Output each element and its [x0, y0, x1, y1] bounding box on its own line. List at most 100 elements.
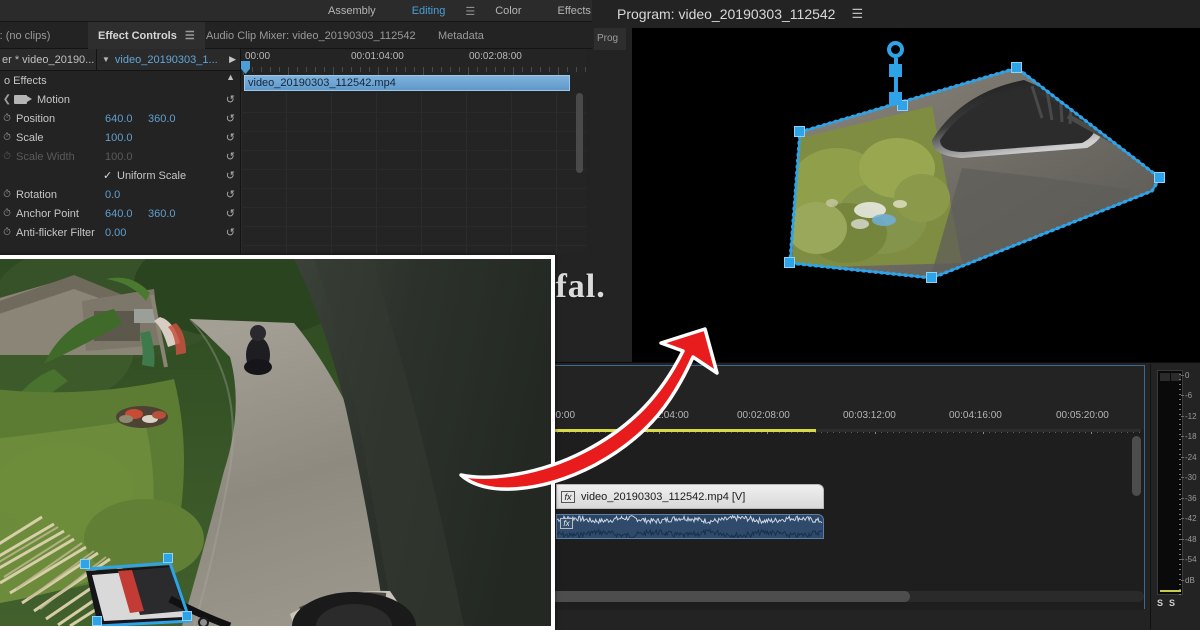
fx-badge-icon-audio: fx [560, 518, 573, 529]
pin-handle-top-left[interactable] [794, 126, 805, 137]
property-uniform-scale[interactable]: ✓ Uniform Scale ↺ [0, 166, 240, 185]
track-a1[interactable]: fx [548, 514, 1144, 542]
pin-handle-top-right[interactable] [1011, 62, 1022, 73]
timeline-work-area-remainder [816, 429, 1141, 432]
property-anchor-point[interactable]: ⏱ Anchor Point 640.0 360.0 ↺ [0, 204, 240, 223]
ec-timecode-1: 00:01:04:00 [351, 51, 404, 62]
stopwatch-icon[interactable]: ⏱ [0, 208, 14, 219]
effect-controls-timeline: 00:00 00:01:04:00 00:02:08:00 video_2019… [240, 49, 586, 254]
checkbox-checked-icon[interactable]: ✓ [103, 169, 112, 182]
audio-meter-label-3: -18 [1185, 432, 1197, 442]
chevron-down-icon[interactable]: ▼ [97, 55, 115, 64]
effect-controls-ruler[interactable]: 00:00 00:01:04:00 00:02:08:00 [241, 49, 586, 75]
property-anchor-point-y[interactable]: 360.0 [148, 208, 176, 220]
stopwatch-icon[interactable]: ⏱ [0, 113, 14, 124]
audio-meter-label-1: -6 [1185, 391, 1193, 401]
play-triangle-icon[interactable]: ▶ [229, 54, 240, 65]
property-motion[interactable]: ❮ Motion ↺ [0, 90, 240, 109]
panel-tab-row: ce: (no clips) Effect Controls ☰ Audio C… [0, 22, 600, 49]
program-monitor-canvas[interactable] [632, 28, 1200, 362]
stopwatch-icon[interactable]: ⏱ [0, 132, 14, 143]
program-monitor-tab-stub[interactable]: Prog [594, 28, 626, 50]
workspace-menu-icon[interactable]: ☰ [463, 5, 477, 18]
ec-timecode-0: 00:00 [245, 51, 271, 62]
reset-arrow-icon[interactable]: ↺ [226, 112, 235, 125]
inset-pin-handle-top-right[interactable] [163, 553, 173, 563]
program-monitor-titlebar: Program: video_20190303_112542 ☰ [592, 0, 1200, 28]
property-uniform-scale-label: Uniform Scale [117, 169, 187, 182]
property-rotation[interactable]: ⏱ Rotation 0.0 ↺ [0, 185, 240, 204]
effect-controls-menu-icon[interactable]: ☰ [185, 29, 195, 42]
property-scale-value[interactable]: 100.0 [105, 132, 133, 144]
reset-arrow-icon[interactable]: ↺ [226, 150, 235, 163]
tab-audio-clip-mixer[interactable]: Audio Clip Mixer: video_20190303_112542 [196, 22, 426, 49]
audio-meter-floor [1160, 590, 1181, 592]
program-monitor-menu-icon[interactable]: ☰ [835, 6, 863, 22]
pin-handle-right[interactable] [1154, 172, 1165, 183]
property-anti-flicker-value[interactable]: 0.00 [105, 227, 126, 239]
tl-timecode-4: 00:04:16:00 [949, 410, 1002, 421]
disclosure-triangle-icon[interactable]: ❮ [0, 94, 14, 105]
tab-source-monitor[interactable]: ce: (no clips) [0, 22, 88, 49]
ec-vertical-scrollbar[interactable] [576, 93, 583, 173]
stopwatch-icon[interactable]: ⏱ [0, 227, 14, 238]
property-anti-flicker-label: Anti-flicker Filter [16, 226, 95, 239]
anchor-point-marker-inset[interactable] [198, 617, 209, 626]
pin-handle-bottom-mid[interactable] [926, 272, 937, 283]
property-position[interactable]: ⏱ Position 640.0 360.0 ↺ [0, 109, 240, 128]
anchor-box-upper[interactable] [889, 64, 902, 77]
property-rotation-label: Rotation [16, 188, 57, 201]
property-position-label: Position [16, 112, 56, 125]
tab-metadata[interactable]: Metadata [428, 22, 494, 49]
property-rotation-value[interactable]: 0.0 [105, 189, 120, 201]
reset-arrow-icon[interactable]: ↺ [226, 169, 235, 182]
effect-controls-sequence-label: er * video_20190... [2, 53, 95, 66]
solo-button-right[interactable]: S [1169, 598, 1175, 608]
inset-pin-handle-top-left[interactable] [80, 559, 90, 569]
timeline-audio-clip[interactable]: fx [556, 514, 824, 539]
audio-meter-solo-buttons: S S [1157, 598, 1175, 608]
reset-arrow-icon[interactable]: ↺ [226, 188, 235, 201]
program-monitor-panel: Program: video_20190303_112542 ☰ Prog [592, 0, 1200, 362]
chevron-up-icon[interactable]: ▲ [226, 72, 235, 82]
effects-section-label: o Effects [4, 74, 47, 87]
reset-arrow-icon[interactable]: ↺ [226, 207, 235, 220]
stopwatch-icon[interactable]: ⏱ [0, 189, 14, 200]
property-position-x[interactable]: 640.0 [105, 113, 133, 125]
effect-controls-clip-label: video_20190303_1... [114, 53, 218, 66]
reset-arrow-icon[interactable]: ↺ [226, 226, 235, 239]
timeline-vertical-scrollbar[interactable] [1132, 436, 1141, 496]
ec-clip-bar[interactable]: video_20190303_112542.mp4 [244, 75, 570, 91]
property-anchor-point-x[interactable]: 640.0 [105, 208, 133, 220]
reset-arrow-icon[interactable]: ↺ [226, 93, 235, 106]
inset-pin-handle-bottom[interactable] [182, 611, 192, 621]
audio-waveform [557, 515, 823, 538]
audio-meter-scale: 0 -6 -12 -18 -24 -30 -36 -42 -48 -54 dB [1179, 370, 1200, 595]
timeline-scroll-thumb[interactable] [550, 591, 910, 602]
ec-keyframe-area[interactable] [241, 93, 586, 254]
audio-meter-label-7: -42 [1185, 514, 1197, 524]
audio-meter-label-6: -36 [1185, 493, 1197, 503]
property-position-y[interactable]: 360.0 [148, 113, 176, 125]
effects-section-header[interactable]: o Effects ▲ [0, 71, 240, 90]
audio-meter-label-4: -24 [1185, 452, 1197, 462]
solo-button-left[interactable]: S [1157, 598, 1163, 608]
workspace-tab-color[interactable]: Color [477, 0, 539, 22]
workspace-tab-assembly[interactable]: Assembly [310, 0, 394, 22]
premiere-pro-window: Assembly Editing ☰ Color Effects ce: (no… [0, 0, 1200, 630]
reset-arrow-icon[interactable]: ↺ [226, 131, 235, 144]
pin-handle-bottom-left[interactable] [784, 257, 795, 268]
property-scale[interactable]: ⏱ Scale 100.0 ↺ [0, 128, 240, 147]
tab-audio-clip-mixer-label: Audio Clip Mixer: video_20190303_112542 [206, 29, 416, 42]
anchor-box-lower[interactable] [889, 92, 902, 105]
program-video-frame [632, 28, 1200, 362]
program-monitor-canvas-wrap [632, 28, 1200, 362]
inset-pin-handle-bottom-left[interactable] [92, 616, 102, 626]
program-monitor-title: Program: video_20190303_112542 [617, 6, 836, 22]
workspace-tab-editing[interactable]: Editing [394, 0, 464, 22]
tab-effect-controls[interactable]: Effect Controls ☰ [88, 22, 205, 49]
anchor-point-icon[interactable] [887, 41, 904, 58]
timeline-horizontal-scrollbar[interactable] [550, 591, 1144, 602]
property-anti-flicker[interactable]: ⏱ Anti-flicker Filter 0.00 ↺ [0, 223, 240, 242]
tab-metadata-label: Metadata [438, 29, 484, 42]
